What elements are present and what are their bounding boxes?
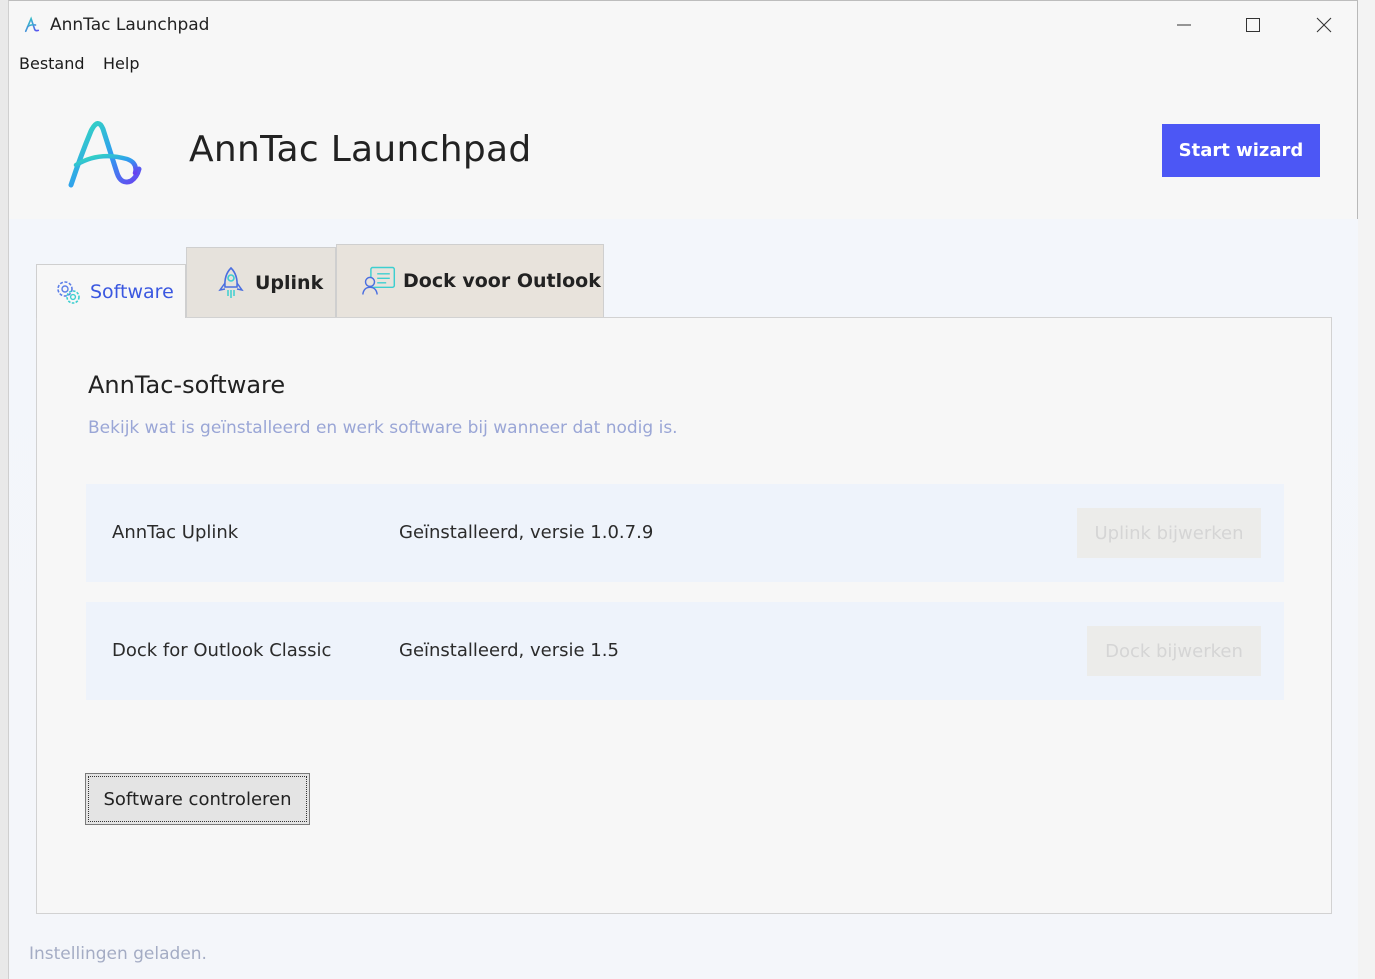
tab-dock-label: Dock voor Outlook: [403, 270, 601, 292]
software-status: Geïnstalleerd, versie 1.0.7.9: [399, 522, 654, 543]
software-status: Geïnstalleerd, versie 1.5: [399, 640, 619, 661]
status-bar-text: Instellingen geladen.: [29, 944, 207, 964]
software-row-dock: Dock for Outlook Classic Geïnstalleerd, …: [86, 602, 1284, 700]
close-button[interactable]: [1294, 5, 1354, 45]
start-wizard-button[interactable]: Start wizard: [1162, 124, 1320, 177]
app-logo-icon: [68, 121, 142, 188]
title-bar: AnnTac Launchpad: [9, 1, 1358, 49]
dock-update-button[interactable]: Dock bijwerken: [1087, 626, 1261, 676]
tab-software-label: Software: [90, 280, 174, 303]
minimize-icon: [1177, 24, 1191, 26]
desktop-background-left: [0, 0, 8, 979]
app-title: AnnTac Launchpad: [189, 129, 532, 170]
section-title: AnnTac-software: [88, 371, 286, 399]
gear-cluster-icon: [57, 280, 80, 304]
tab-dock-voor-outlook[interactable]: Dock voor Outlook: [336, 244, 604, 317]
uplink-update-button[interactable]: Uplink bijwerken: [1077, 508, 1261, 558]
desktop-background-right: [1358, 0, 1375, 979]
software-panel: AnnTac-software Bekijk wat is geïnstalle…: [36, 317, 1332, 914]
rocket-icon: [218, 266, 244, 298]
contact-card-icon: [362, 266, 396, 295]
check-software-button[interactable]: Software controleren: [85, 773, 310, 825]
app-logo-small-icon: [24, 16, 40, 33]
tab-uplink-label: Uplink: [255, 271, 324, 294]
maximize-icon: [1246, 18, 1260, 32]
software-name: Dock for Outlook Classic: [112, 640, 332, 661]
tab-software[interactable]: Software: [36, 264, 186, 318]
software-row-uplink: AnnTac Uplink Geïnstalleerd, versie 1.0.…: [86, 484, 1284, 582]
maximize-button[interactable]: [1223, 5, 1283, 45]
minimize-button[interactable]: [1154, 5, 1214, 45]
menu-bestand[interactable]: Bestand: [19, 54, 85, 73]
tab-uplink[interactable]: Uplink: [186, 247, 336, 317]
app-window: AnnTac Launchpad Bestand Help AnnTac Lau…: [8, 0, 1358, 979]
close-icon: [1316, 17, 1332, 33]
menu-help[interactable]: Help: [103, 54, 139, 73]
window-title: AnnTac Launchpad: [50, 15, 210, 35]
section-subtitle: Bekijk wat is geïnstalleerd en werk soft…: [88, 418, 678, 438]
software-name: AnnTac Uplink: [112, 522, 239, 543]
